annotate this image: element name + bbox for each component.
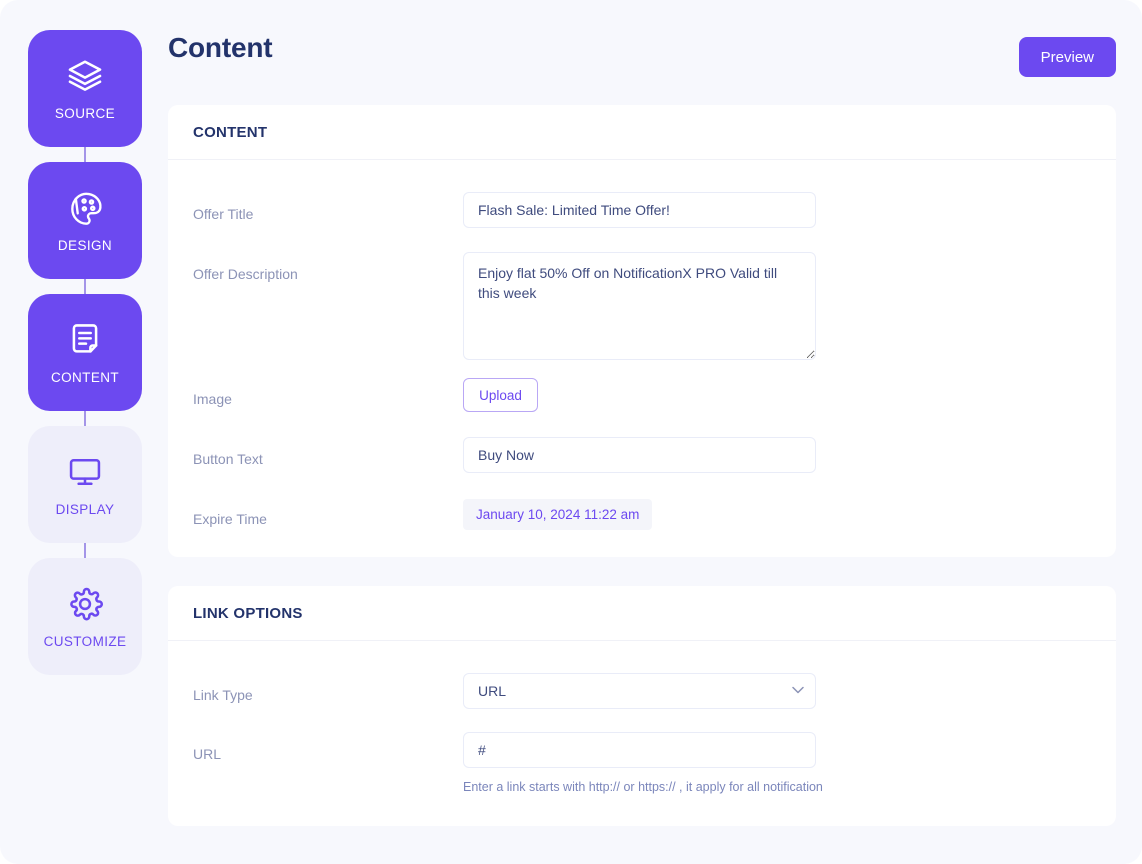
offer-description-label: Offer Description <box>193 266 298 282</box>
page-title: Content <box>168 32 273 63</box>
stepper-item-customize[interactable]: CUSTOMIZE <box>28 558 142 675</box>
expire-time-label: Expire Time <box>193 511 267 527</box>
gear-icon <box>70 587 103 620</box>
palette-icon <box>71 192 102 225</box>
stepper-item-label: SOURCE <box>54 105 116 121</box>
image-control: Upload <box>463 378 538 412</box>
stepper-item-design[interactable]: DESIGN <box>28 162 142 279</box>
stepper-connector <box>84 411 86 426</box>
stepper-item-label: DISPLAY <box>55 501 115 517</box>
content-card: CONTENT Offer Title Offer Description Im… <box>168 105 1116 557</box>
button-text-control <box>463 437 816 473</box>
stepper-item-source[interactable]: SOURCE <box>28 30 142 147</box>
image-label: Image <box>193 391 232 407</box>
offer-title-control <box>463 192 816 228</box>
url-input[interactable] <box>463 732 816 768</box>
expire-time-value[interactable]: January 10, 2024 11:22 am <box>463 499 653 530</box>
url-label: URL <box>193 746 222 762</box>
offer-title-input[interactable] <box>463 192 816 228</box>
link-options-card-header: LINK OPTIONS <box>168 586 1116 641</box>
stepper-connector <box>84 147 86 162</box>
content-section-title: CONTENT <box>193 123 268 141</box>
stepper-item-content[interactable]: CONTENT <box>28 294 142 411</box>
layers-icon <box>68 59 102 91</box>
expire-time-control: January 10, 2024 11:22 am <box>463 499 653 530</box>
preview-button[interactable]: Preview <box>1018 37 1116 77</box>
page-header: Content Preview <box>168 32 1116 84</box>
offer-description-control <box>463 252 816 365</box>
button-text-input[interactable] <box>463 437 816 473</box>
link-options-section-title: LINK OPTIONS <box>193 604 303 622</box>
stepper-item-label: DESIGN <box>57 237 113 253</box>
content-card-header: CONTENT <box>168 105 1116 160</box>
offer-description-textarea[interactable] <box>463 252 816 360</box>
offer-title-label: Offer Title <box>193 206 254 222</box>
link-options-card: LINK OPTIONS Link Type URL URL # Enter a… <box>168 586 1116 826</box>
monitor-icon <box>69 458 101 485</box>
stepper-nav: SOURCE DESIGN CONTENT DISPLAY CUSTOMIZE <box>28 30 142 675</box>
upload-button[interactable]: Upload <box>463 378 538 412</box>
document-icon <box>72 323 98 353</box>
stepper-connector <box>84 279 86 294</box>
link-type-control: URL <box>463 673 816 709</box>
link-type-label: Link Type <box>193 687 253 703</box>
stepper-connector <box>84 543 86 558</box>
stepper-item-display[interactable]: DISPLAY <box>28 426 142 543</box>
url-helper-text: Enter a link starts with http:// or http… <box>463 780 823 794</box>
app-page: SOURCE DESIGN CONTENT DISPLAY CUSTOMIZE … <box>0 0 1142 864</box>
main-panel: Content Preview CONTENT Offer Title Offe… <box>168 0 1142 864</box>
link-type-select[interactable]: URL <box>463 673 816 709</box>
url-control <box>463 732 816 768</box>
button-text-label: Button Text <box>193 451 263 467</box>
stepper-item-label: CONTENT <box>50 369 120 385</box>
stepper-item-label: CUSTOMIZE <box>43 633 127 649</box>
